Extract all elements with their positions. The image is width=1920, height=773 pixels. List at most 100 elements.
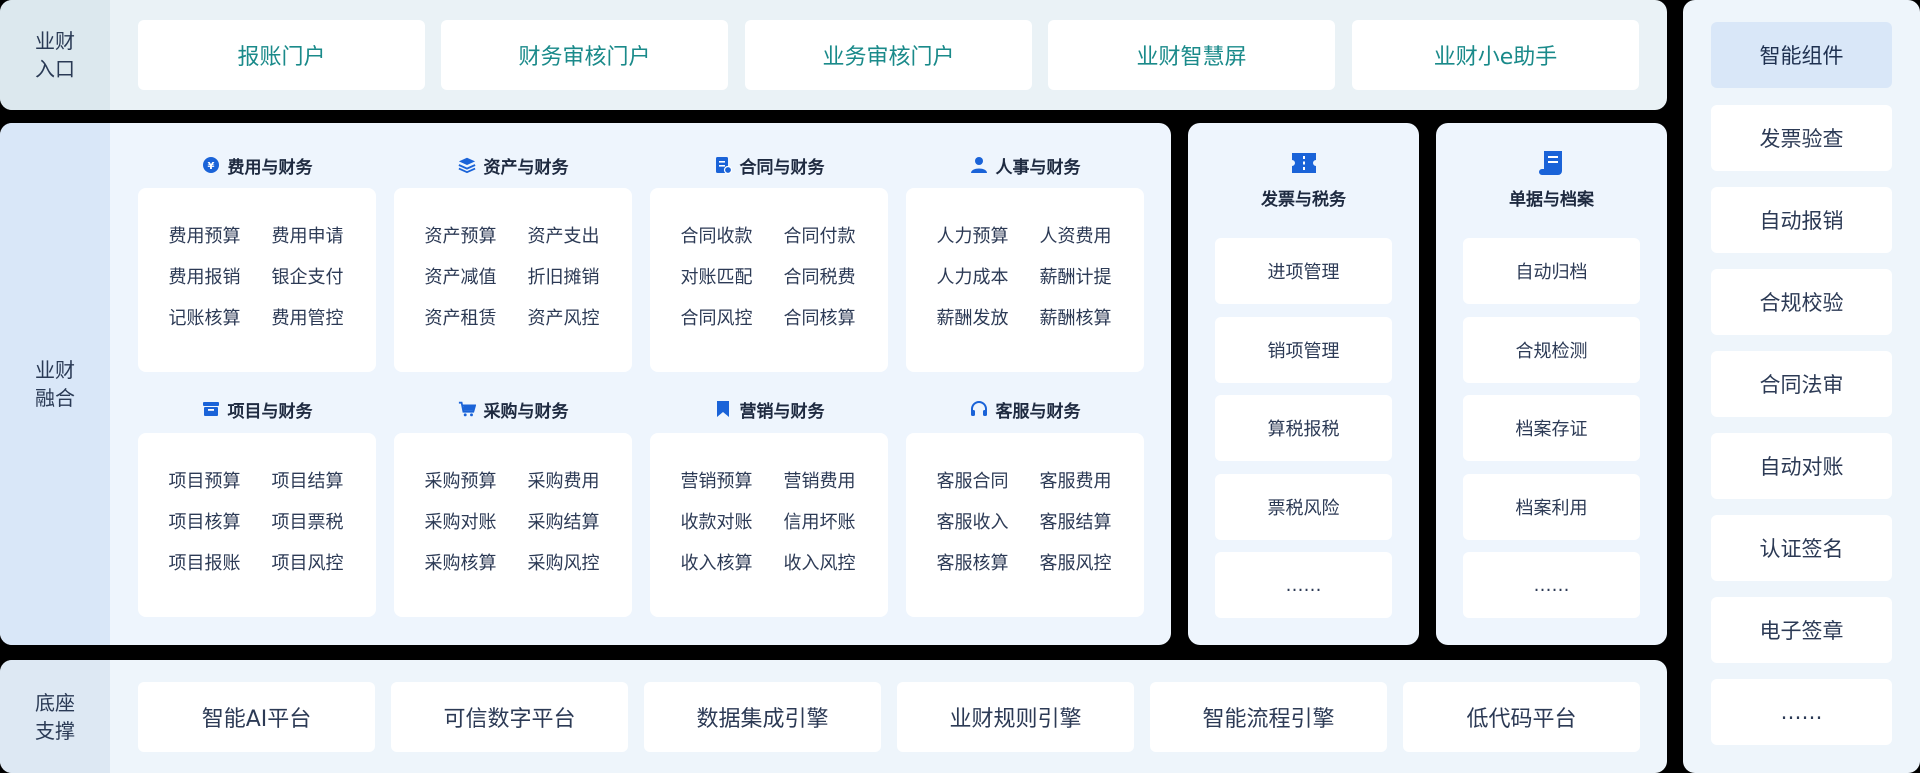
- category-item[interactable]: 费用管控: [256, 298, 359, 339]
- category-item[interactable]: 合同付款: [768, 216, 871, 257]
- archive-item-compliance-check[interactable]: 合规检测: [1463, 317, 1640, 383]
- category-title-hr: 人事与财务: [906, 150, 1144, 180]
- entry-button-reimbursement-portal[interactable]: 报账门户: [138, 20, 425, 90]
- scroll-icon: [1538, 149, 1566, 177]
- fusion-panel: 业财 融合 ¥ 费用与财务 资产与财务 合同与财务 人事与财务 费用预算 费用申…: [0, 123, 1171, 645]
- category-item[interactable]: 项目核算: [153, 502, 256, 543]
- category-card-hr: 人力预算 人资费用 人力成本 薪酬计提 薪酬发放 薪酬核算: [906, 188, 1144, 372]
- category-item[interactable]: 项目风控: [256, 543, 359, 584]
- category-item[interactable]: 费用报销: [153, 257, 256, 298]
- category-item[interactable]: 营销费用: [768, 461, 871, 502]
- category-title-text: 资产与财务: [483, 157, 569, 178]
- category-item[interactable]: 对账匹配: [665, 257, 768, 298]
- invoice-item-tax-filing[interactable]: 算税报税: [1215, 395, 1392, 461]
- category-item[interactable]: 项目报账: [153, 543, 256, 584]
- category-item[interactable]: 客服风控: [1024, 543, 1127, 584]
- base-button-trusted-digital[interactable]: 可信数字平台: [391, 682, 628, 752]
- category-item[interactable]: 采购预算: [409, 461, 512, 502]
- smart-item-auto-reconcile[interactable]: 自动对账: [1711, 433, 1892, 499]
- category-item[interactable]: 客服费用: [1024, 461, 1127, 502]
- category-item[interactable]: 薪酬核算: [1024, 298, 1127, 339]
- category-item[interactable]: 客服结算: [1024, 502, 1127, 543]
- headset-icon: [970, 400, 988, 418]
- category-title-contract: 合同与财务: [650, 150, 888, 180]
- category-item[interactable]: 折旧摊销: [512, 257, 615, 298]
- category-item[interactable]: 资产减值: [409, 257, 512, 298]
- category-item[interactable]: 银企支付: [256, 257, 359, 298]
- category-item[interactable]: 采购费用: [512, 461, 615, 502]
- smart-item-compliance[interactable]: 合规校验: [1711, 269, 1892, 335]
- base-button-low-code[interactable]: 低代码平台: [1403, 682, 1640, 752]
- entry-label-line2: 入口: [35, 57, 75, 81]
- category-item[interactable]: 记账核算: [153, 298, 256, 339]
- category-item[interactable]: 项目票税: [256, 502, 359, 543]
- category-item[interactable]: 客服合同: [921, 461, 1024, 502]
- category-item[interactable]: 合同收款: [665, 216, 768, 257]
- category-item[interactable]: 费用预算: [153, 216, 256, 257]
- base-button-rule-engine[interactable]: 业财规则引擎: [897, 682, 1134, 752]
- entry-label: 业财 入口: [0, 0, 110, 110]
- smart-item-e-seal[interactable]: 电子签章: [1711, 597, 1892, 663]
- category-item[interactable]: 资产预算: [409, 216, 512, 257]
- category-item[interactable]: 信用坏账: [768, 502, 871, 543]
- category-card-contract: 合同收款 合同付款 对账匹配 合同税费 合同风控 合同核算: [650, 188, 888, 372]
- category-item[interactable]: 资产租赁: [409, 298, 512, 339]
- category-title-text: 费用与财务: [227, 157, 313, 178]
- entry-button-business-review-portal[interactable]: 业务审核门户: [745, 20, 1032, 90]
- base-button-process-engine[interactable]: 智能流程引擎: [1150, 682, 1387, 752]
- entry-button-smart-screen[interactable]: 业财智慧屏: [1048, 20, 1335, 90]
- category-item[interactable]: 营销预算: [665, 461, 768, 502]
- invoice-item-input[interactable]: 进项管理: [1215, 238, 1392, 304]
- category-card-procurement: 采购预算 采购费用 采购对账 采购结算 采购核算 采购风控: [394, 433, 632, 617]
- archive-item-more[interactable]: ……: [1463, 552, 1640, 618]
- category-item[interactable]: 人力成本: [921, 257, 1024, 298]
- category-item[interactable]: 采购核算: [409, 543, 512, 584]
- invoice-item-output[interactable]: 销项管理: [1215, 317, 1392, 383]
- category-card-marketing: 营销预算 营销费用 收款对账 信用坏账 收入核算 收入风控: [650, 433, 888, 617]
- invoice-tax-header: 发票与税务: [1188, 149, 1419, 210]
- archive-item-auto-archive[interactable]: 自动归档: [1463, 238, 1640, 304]
- category-item[interactable]: 收入风控: [768, 543, 871, 584]
- archive-item-usage[interactable]: 档案利用: [1463, 474, 1640, 540]
- category-item[interactable]: 合同核算: [768, 298, 871, 339]
- category-item[interactable]: 客服收入: [921, 502, 1024, 543]
- archive-item-evidence[interactable]: 档案存证: [1463, 395, 1640, 461]
- category-item[interactable]: 收款对账: [665, 502, 768, 543]
- category-item[interactable]: 采购结算: [512, 502, 615, 543]
- category-item[interactable]: 合同风控: [665, 298, 768, 339]
- smart-item-auto-reimburse[interactable]: 自动报销: [1711, 187, 1892, 253]
- smart-item-auth-signature[interactable]: 认证签名: [1711, 515, 1892, 581]
- category-item[interactable]: 资产支出: [512, 216, 615, 257]
- category-item[interactable]: 采购对账: [409, 502, 512, 543]
- category-item[interactable]: 人力预算: [921, 216, 1024, 257]
- entry-button-finance-review-portal[interactable]: 财务审核门户: [441, 20, 728, 90]
- category-item[interactable]: 客服核算: [921, 543, 1024, 584]
- category-item[interactable]: 项目结算: [256, 461, 359, 502]
- category-title-marketing: 营销与财务: [650, 394, 888, 424]
- category-title-asset: 资产与财务: [394, 150, 632, 180]
- smart-item-contract-legal[interactable]: 合同法审: [1711, 351, 1892, 417]
- smart-item-invoice-verify[interactable]: 发票验查: [1711, 105, 1892, 171]
- category-card-expense: 费用预算 费用申请 费用报销 银企支付 记账核算 费用管控: [138, 188, 376, 372]
- category-item[interactable]: 薪酬计提: [1024, 257, 1127, 298]
- smart-components-panel: 智能组件 发票验查 自动报销 合规校验 合同法审 自动对账 认证签名 电子签章 …: [1683, 0, 1920, 773]
- person-icon: [970, 156, 988, 174]
- invoice-item-more[interactable]: ……: [1215, 552, 1392, 618]
- entry-button-e-assistant[interactable]: 业财小e助手: [1352, 20, 1639, 90]
- fusion-label: 业财 融合: [0, 123, 110, 645]
- category-title-expense: ¥ 费用与财务: [138, 150, 376, 180]
- smart-item-more[interactable]: ……: [1711, 679, 1892, 745]
- category-item[interactable]: 薪酬发放: [921, 298, 1024, 339]
- bookmark-icon: [714, 400, 732, 418]
- category-item[interactable]: 人资费用: [1024, 216, 1127, 257]
- category-item[interactable]: 合同税费: [768, 257, 871, 298]
- category-item[interactable]: 资产风控: [512, 298, 615, 339]
- category-item[interactable]: 费用申请: [256, 216, 359, 257]
- base-button-ai-platform[interactable]: 智能AI平台: [138, 682, 375, 752]
- category-item[interactable]: 采购风控: [512, 543, 615, 584]
- fusion-label-line2: 融合: [35, 386, 75, 410]
- invoice-item-tax-risk[interactable]: 票税风险: [1215, 474, 1392, 540]
- base-button-data-integration[interactable]: 数据集成引擎: [644, 682, 881, 752]
- category-item[interactable]: 项目预算: [153, 461, 256, 502]
- category-item[interactable]: 收入核算: [665, 543, 768, 584]
